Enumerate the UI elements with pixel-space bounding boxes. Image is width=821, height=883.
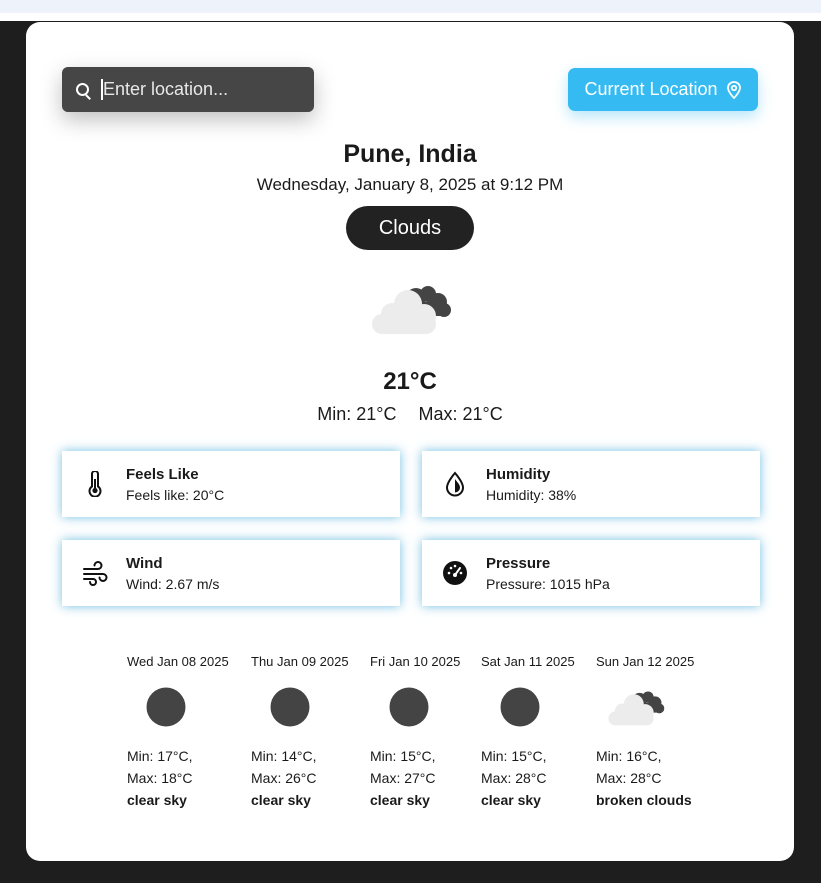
current-temperature: 21°C <box>383 368 437 395</box>
min-temperature: Min: 21°C <box>317 404 397 424</box>
forecast-day: Wed Jan 08 2025 Min: 17°C, Max: 18°C cle… <box>127 654 242 811</box>
wind-value: Wind: 2.67 m/s <box>126 575 220 592</box>
feels-like-title: Feels Like <box>126 465 199 483</box>
forecast-description: clear sky <box>251 792 311 808</box>
min-max-temperature: Min: 21°C Max: 21°C <box>26 404 794 425</box>
forecast-description: clear sky <box>370 792 430 808</box>
forecast-description: clear sky <box>481 792 541 808</box>
local-datetime: Wednesday, January 8, 2025 at 9:12 PM <box>256 175 564 194</box>
humidity-drop-icon <box>445 471 465 497</box>
forecast-max: Max: 18°C <box>127 770 193 786</box>
search-bar <box>62 67 314 112</box>
humidity-title: Humidity <box>486 465 551 483</box>
pressure-gauge-icon <box>443 561 467 585</box>
wind-card: Wind Wind: 2.67 m/s <box>62 540 400 606</box>
feels-like-value: Feels like: 20°C <box>126 486 225 503</box>
forecast-min: Min: 15°C, <box>370 748 436 764</box>
max-temperature: Max: 21°C <box>418 404 503 424</box>
current-location-button[interactable]: Current Location <box>568 68 758 111</box>
forecast-max: Max: 26°C <box>251 770 317 786</box>
forecast-max: Max: 28°C <box>481 770 547 786</box>
pressure-card: Pressure Pressure: 1015 hPa <box>422 540 760 606</box>
forecast-date: Thu Jan 09 2025 <box>251 654 349 669</box>
clear-sky-icon <box>270 687 310 727</box>
forecast-date: Wed Jan 08 2025 <box>127 654 229 669</box>
browser-top-strip <box>0 0 821 21</box>
forecast-min: Min: 16°C, <box>596 748 662 764</box>
forecast-date: Sun Jan 12 2025 <box>596 654 695 669</box>
clouds-icon <box>372 286 451 334</box>
forecast-day: Sat Jan 11 2025 Min: 15°C, Max: 28°C cle… <box>481 654 596 811</box>
forecast-date: Sat Jan 11 2025 <box>481 654 575 669</box>
forecast-max: Max: 28°C <box>596 770 662 786</box>
feels-like-card: Feels Like Feels like: 20°C <box>62 451 400 517</box>
forecast-day: Fri Jan 10 2025 Min: 15°C, Max: 27°C cle… <box>370 654 485 811</box>
forecast-min: Min: 17°C, <box>127 748 193 764</box>
location-pin-icon <box>726 80 741 99</box>
condition-badge: Clouds <box>346 206 474 250</box>
wind-title: Wind <box>126 554 163 572</box>
pressure-title: Pressure <box>486 554 551 572</box>
current-location-label: Current Location <box>584 79 718 99</box>
forecast-description: clear sky <box>127 792 187 808</box>
broken-clouds-icon <box>608 691 665 726</box>
forecast-day: Sun Jan 12 2025 Min: 16°C, Max: 28°C bro… <box>596 654 711 811</box>
forecast-min: Min: 15°C, <box>481 748 547 764</box>
clear-sky-icon <box>389 687 429 727</box>
forecast-day: Thu Jan 09 2025 Min: 14°C, Max: 26°C cle… <box>251 654 366 811</box>
wind-icon <box>83 561 108 586</box>
pressure-value: Pressure: 1015 hPa <box>486 575 610 592</box>
clear-sky-icon <box>500 687 540 727</box>
clear-sky-icon <box>146 687 186 727</box>
search-input[interactable] <box>101 79 303 100</box>
forecast-max: Max: 27°C <box>370 770 436 786</box>
forecast-min: Min: 14°C, <box>251 748 317 764</box>
forecast-description: broken clouds <box>596 792 692 808</box>
humidity-value: Humidity: 38% <box>486 486 577 503</box>
city-title: Pune, India <box>343 140 477 168</box>
forecast-date: Fri Jan 10 2025 <box>370 654 461 669</box>
thermometer-icon <box>88 471 102 497</box>
humidity-card: Humidity Humidity: 38% <box>422 451 760 517</box>
search-icon[interactable] <box>76 82 91 100</box>
weather-card: Current Location Pune, India Wednesday, … <box>26 22 794 861</box>
